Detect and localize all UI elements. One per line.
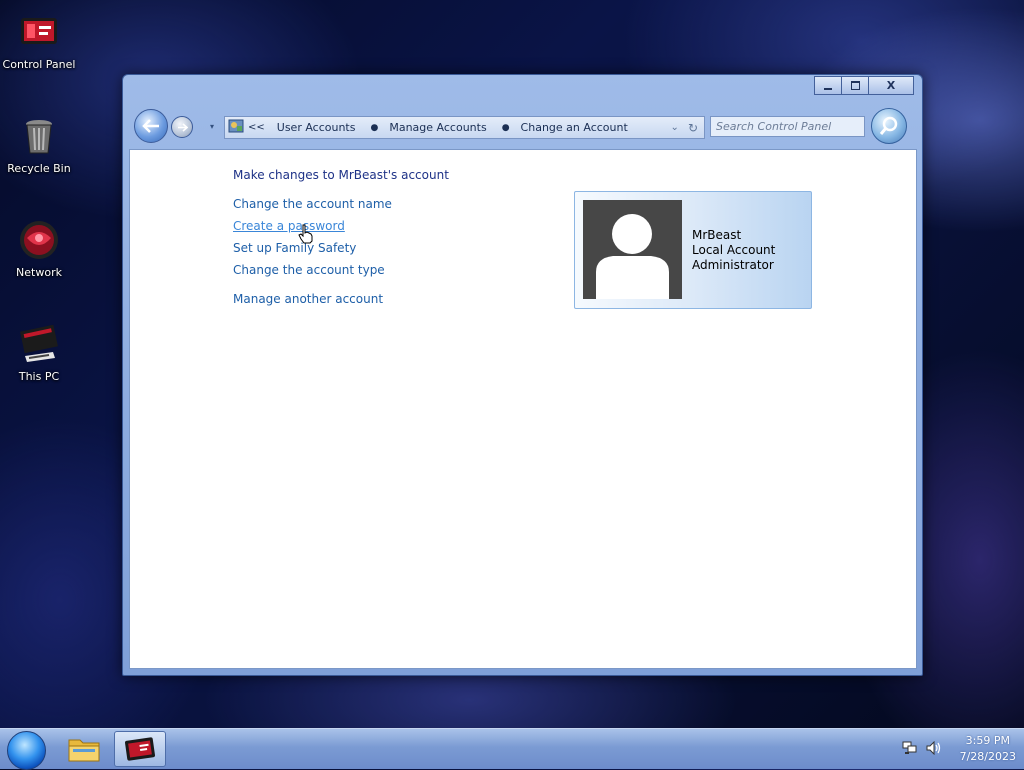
forward-arrow-icon: [177, 122, 188, 132]
page-title: Make changes to MrBeast's account: [233, 168, 449, 182]
taskbar-file-explorer[interactable]: [58, 731, 110, 767]
address-overflow-chevron[interactable]: <<: [248, 122, 265, 133]
magnifier-icon: [879, 116, 898, 135]
taskbar-control-panel[interactable]: [114, 731, 166, 767]
breadcrumb-manage-accounts[interactable]: Manage Accounts: [389, 121, 486, 134]
family-safety-link[interactable]: Set up Family Safety: [233, 241, 356, 255]
desktop-icon-network[interactable]: Network: [0, 218, 78, 279]
close-button[interactable]: X: [868, 76, 914, 95]
create-password-link[interactable]: Create a password: [233, 219, 345, 233]
back-button[interactable]: [134, 109, 168, 143]
desktop-icon-label: Control Panel: [2, 58, 76, 71]
clock-date: 7/28/2023: [959, 750, 1016, 763]
search-button[interactable]: [871, 108, 907, 144]
search-input[interactable]: Search Control Panel: [710, 116, 865, 137]
breadcrumb-user-accounts[interactable]: User Accounts: [277, 121, 356, 134]
clock-time: 3:59 PM: [965, 734, 1010, 747]
minimize-button[interactable]: [814, 76, 842, 95]
account-role: Administrator: [692, 258, 774, 272]
desktop-icon-recycle-bin[interactable]: Recycle Bin: [0, 114, 78, 175]
user-avatar-icon: [583, 200, 682, 299]
system-tray: 3:59 PM 7/28/2023: [902, 729, 1016, 769]
maximize-icon: [850, 81, 860, 90]
search-placeholder: Search Control Panel: [716, 120, 832, 133]
change-account-name-link[interactable]: Change the account name: [233, 197, 392, 211]
close-icon: X: [886, 79, 896, 92]
content-area: Make changes to MrBeast's account Change…: [129, 149, 917, 669]
desktop-icon-label: Network: [16, 266, 62, 279]
control-panel-window: X ▾ << User Accounts ● Manage Accounts ●…: [122, 74, 923, 676]
hand-cursor-icon: [298, 224, 314, 248]
account-type: Local Account: [692, 243, 776, 257]
network-icon: [17, 218, 61, 262]
address-dropdown-icon[interactable]: ⌄: [671, 122, 679, 133]
refresh-icon[interactable]: ↻: [688, 121, 698, 135]
minimize-icon: [824, 87, 832, 90]
control-panel-icon: [125, 737, 155, 761]
desktop-icon-control-panel[interactable]: Control Panel: [0, 10, 78, 71]
desktop-icon-this-pc[interactable]: This PC: [0, 322, 78, 383]
control-panel-small-icon: [228, 119, 244, 136]
recycle-bin-icon: [17, 114, 61, 158]
account-card: MrBeast Local Account Administrator: [574, 191, 812, 309]
forward-button[interactable]: [171, 116, 193, 138]
breadcrumb-change-an-account[interactable]: Change an Account: [521, 121, 628, 134]
change-account-type-link[interactable]: Change the account type: [233, 263, 385, 277]
network-status-icon[interactable]: [902, 740, 918, 759]
breadcrumb-separator[interactable]: ●: [502, 123, 510, 133]
clock[interactable]: 3:59 PM 7/28/2023: [960, 733, 1016, 765]
manage-another-account-link[interactable]: Manage another account: [233, 292, 383, 306]
volume-icon[interactable]: [926, 740, 942, 759]
start-button[interactable]: [7, 731, 46, 770]
control-panel-icon: [17, 10, 61, 54]
maximize-button[interactable]: [841, 76, 869, 95]
account-name: MrBeast: [692, 228, 742, 242]
folder-icon: [68, 739, 100, 762]
computer-icon: [17, 322, 61, 366]
back-arrow-icon: [142, 119, 159, 133]
window-controls: X: [814, 76, 914, 95]
desktop-icon-label: Recycle Bin: [7, 162, 71, 175]
breadcrumb-separator[interactable]: ●: [370, 123, 378, 133]
address-bar[interactable]: << User Accounts ● Manage Accounts ● Cha…: [224, 116, 705, 139]
taskbar: 3:59 PM 7/28/2023: [0, 728, 1024, 770]
recent-pages-dropdown-icon[interactable]: ▾: [210, 122, 214, 131]
desktop-icon-label: This PC: [18, 370, 60, 383]
